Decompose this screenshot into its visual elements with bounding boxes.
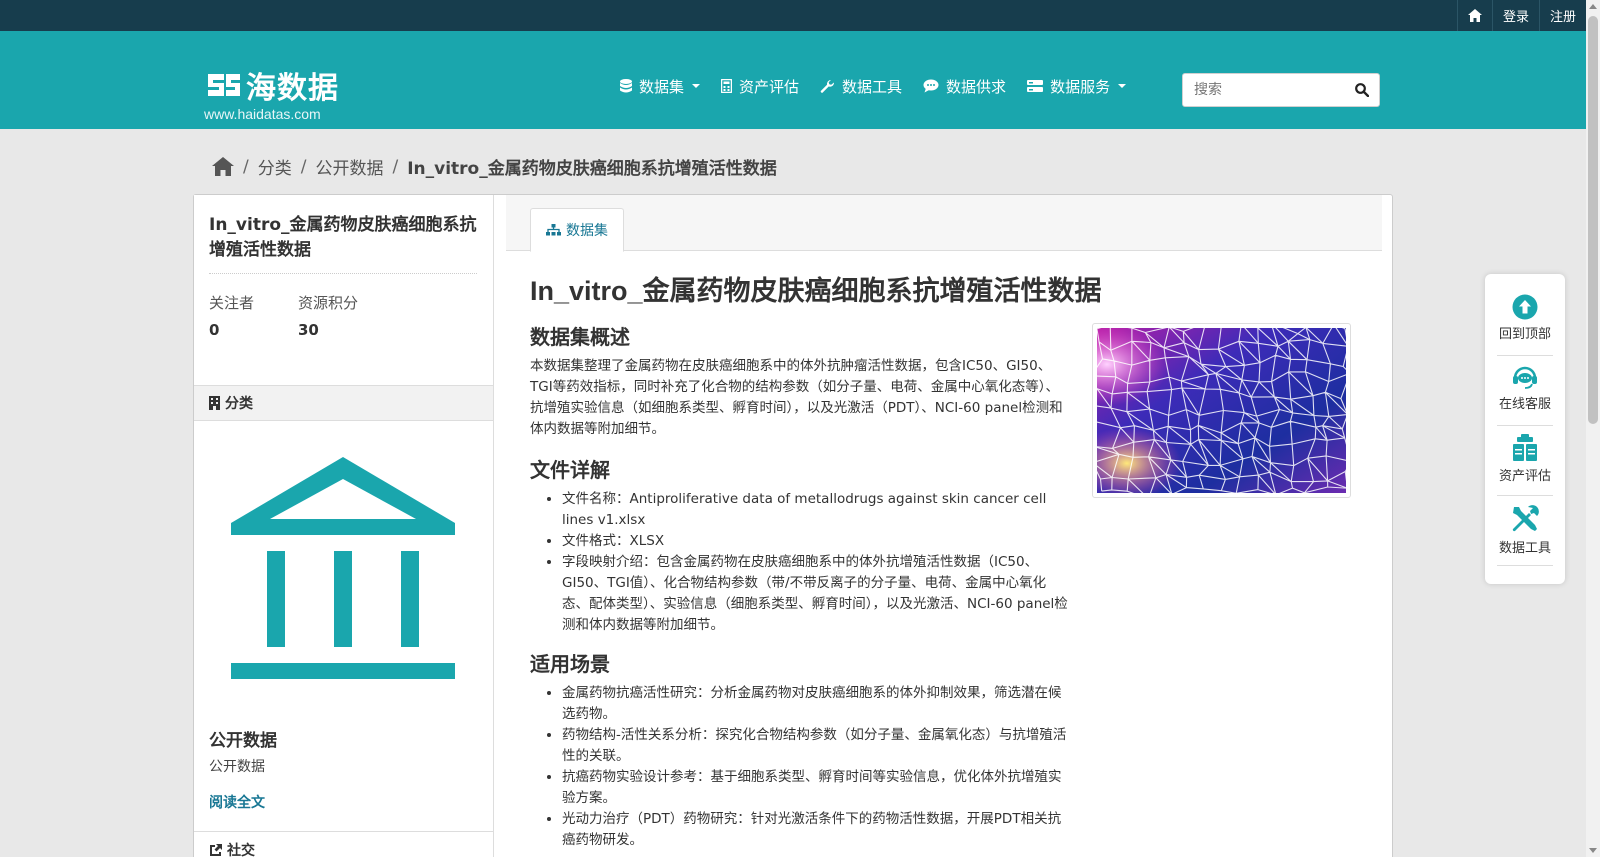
page-scrollbar[interactable] <box>1586 0 1600 857</box>
chevron-down-icon <box>692 84 701 88</box>
share-icon <box>210 843 222 856</box>
nav-data-tools[interactable]: 数据工具 <box>820 69 902 103</box>
main-nav: 数据集 资产评估 数据工具 数据供求 数据服务 <box>620 69 1147 103</box>
back-to-top-button[interactable]: 回到顶部 <box>1497 294 1553 356</box>
chat-icon <box>923 79 939 93</box>
tab-dataset-label: 数据集 <box>566 223 608 239</box>
breadcrumb-separator: / <box>243 156 249 177</box>
nav-supply-demand-label: 数据供求 <box>946 77 1007 96</box>
back-to-top-label: 回到顶部 <box>1498 327 1551 342</box>
sidebar: In_vitro_金属药物皮肤癌细胞系抗增殖活性数据 关注者 资源积分 0 30… <box>194 195 494 857</box>
search-icon <box>1355 83 1370 98</box>
masthead: 海数据 www.haidatas.com 数据集 资产评估 数据工具 数据供求 … <box>0 31 1586 129</box>
site-logo[interactable]: 海数据 <box>204 63 339 107</box>
data-tools-button[interactable]: 数据工具 <box>1497 504 1553 566</box>
followers-label: 关注者 <box>209 294 255 312</box>
home-icon[interactable] <box>212 157 234 176</box>
usage-heading: 适用场景 <box>530 652 610 676</box>
points-count: 30 <box>298 321 319 339</box>
clipboard-icon <box>1513 434 1537 461</box>
org-name: 公开数据 <box>209 731 277 751</box>
breadcrumb: / 分类 / 公开数据 / In_vitro_金属药物皮肤癌细胞系抗增殖活性数据 <box>212 154 777 179</box>
dataset-thumbnail <box>1090 322 1352 500</box>
main-wrapper: In_vitro_金属药物皮肤癌细胞系抗增殖活性数据 关注者 资源积分 0 30… <box>193 194 1393 857</box>
online-support-button[interactable]: 在线客服 <box>1497 364 1553 426</box>
headset-icon <box>1513 366 1537 389</box>
home-icon <box>1467 9 1482 22</box>
points-label: 资源积分 <box>298 294 359 312</box>
scrollbar-thumb[interactable] <box>1588 16 1598 424</box>
dataset-description: 数据集概述 本数据集整理了金属药物在皮肤癌细胞系中的体外抗肿瘤活性数据，包含IC… <box>530 321 1068 857</box>
wrench-icon <box>820 79 835 93</box>
nav-asset-eval-label: 资产评估 <box>739 77 800 96</box>
breadcrumb-separator: / <box>300 156 307 177</box>
breadcrumb-item-public-data[interactable]: 公开数据 <box>315 154 383 179</box>
logo-mark-icon <box>208 74 240 96</box>
nav-datasets-label: 数据集 <box>639 77 685 96</box>
chevron-down-icon <box>1118 84 1127 88</box>
data-tools-label: 数据工具 <box>1498 541 1551 556</box>
sitemap-icon <box>546 224 561 236</box>
org-description: 公开数据 <box>209 759 265 775</box>
search-button[interactable] <box>1355 82 1370 101</box>
followers-count: 0 <box>209 321 220 339</box>
nav-data-services[interactable]: 数据服务 <box>1027 69 1127 103</box>
site-name: 海数据 <box>246 71 339 106</box>
breadcrumb-separator: / <box>392 156 399 177</box>
file-details-list: 文件名称：Antiproliferative data of metallodr… <box>530 489 1068 636</box>
dataset-image[interactable] <box>1090 322 1352 500</box>
category-heading-label: 分类 <box>225 396 253 412</box>
file-details-heading: 文件详解 <box>530 458 610 482</box>
nav-data-services-label: 数据服务 <box>1050 77 1111 96</box>
list-item: 光动力治疗（PDT）药物研究：针对光激活条件下的药物活性数据，开展PDT相关抗癌… <box>562 809 1068 851</box>
breadcrumb-item-category[interactable]: 分类 <box>258 154 292 179</box>
account-bar: 登录 注册 <box>0 0 1586 31</box>
list-item: 字段映射介绍：包含金属药物在皮肤癌细胞系中的体外抗增殖活性数据（IC50、GI5… <box>562 552 1068 636</box>
nav-datasets[interactable]: 数据集 <box>620 69 701 103</box>
scroll-up-icon[interactable] <box>1589 4 1597 9</box>
arrow-up-circle-icon <box>1512 294 1538 320</box>
list-item: 抗癌药物实验设计参考：基于细胞系类型、孵育时间等实验信息，优化体外抗增殖实验方案… <box>562 767 1068 809</box>
divider <box>209 273 477 274</box>
login-link[interactable]: 登录 <box>1491 0 1539 31</box>
list-item: 文件格式：XLSX <box>562 531 1068 552</box>
usage-list: 金属药物抗癌活性研究：分析金属药物对皮肤癌细胞系的体外抑制效果，筛选潜在候选药物… <box>530 683 1068 851</box>
sidebar-dataset-title: In_vitro_金属药物皮肤癌细胞系抗增殖活性数据 <box>209 215 477 260</box>
overview-heading: 数据集概述 <box>530 325 630 349</box>
list-item: 文件名称：Antiproliferative data of metallodr… <box>562 489 1068 531</box>
overview-text: 本数据集整理了金属药物在皮肤癌细胞系中的体外抗肿瘤活性数据，包含IC50、GI5… <box>530 358 1063 437</box>
asset-eval-label: 资产评估 <box>1498 469 1551 484</box>
building-icon <box>209 396 220 410</box>
social-heading-label: 社交 <box>227 842 255 857</box>
list-item: 药物结构-活性关系分析：探究化合物结构参数（如分子量、金属氧化态）与抗增殖活性的… <box>562 725 1068 767</box>
site-url: www.haidatas.com <box>204 106 321 122</box>
register-link[interactable]: 注册 <box>1538 0 1586 31</box>
tab-dataset[interactable]: 数据集 <box>530 208 624 252</box>
nav-asset-eval[interactable]: 资产评估 <box>721 69 799 103</box>
search-box <box>1182 73 1380 107</box>
list-item: 金属药物抗癌活性研究：分析金属药物对皮肤癌细胞系的体外抑制效果，筛选潜在候选药物… <box>562 683 1068 725</box>
scroll-down-icon[interactable] <box>1589 848 1597 853</box>
home-link[interactable] <box>1456 0 1492 31</box>
asset-eval-button[interactable]: 资产评估 <box>1497 434 1553 496</box>
floating-toolbar: 回到顶部 在线客服 资产评估 数据工具 <box>1485 274 1565 584</box>
server-icon <box>1027 80 1044 92</box>
category-section-heading: 分类 <box>194 385 493 421</box>
online-support-label: 在线客服 <box>1498 397 1551 412</box>
calculator-icon <box>721 79 733 93</box>
search-input[interactable] <box>1183 74 1333 106</box>
institution-icon[interactable] <box>230 453 456 679</box>
read-more-link[interactable]: 阅读全文 <box>209 792 265 812</box>
database-icon <box>620 79 632 93</box>
tab-strip: 数据集 <box>506 195 1382 252</box>
breadcrumb-current[interactable]: In_vitro_金属药物皮肤癌细胞系抗增殖活性数据 <box>407 154 777 179</box>
social-section-heading: 社交 <box>194 831 493 857</box>
tools-icon <box>1512 505 1539 532</box>
nav-data-tools-label: 数据工具 <box>842 77 903 96</box>
dataset-title: In_vitro_金属药物皮肤癌细胞系抗增殖活性数据 <box>530 276 1102 306</box>
nav-supply-demand[interactable]: 数据供求 <box>923 69 1006 103</box>
account-links: 登录 注册 <box>1456 0 1586 31</box>
